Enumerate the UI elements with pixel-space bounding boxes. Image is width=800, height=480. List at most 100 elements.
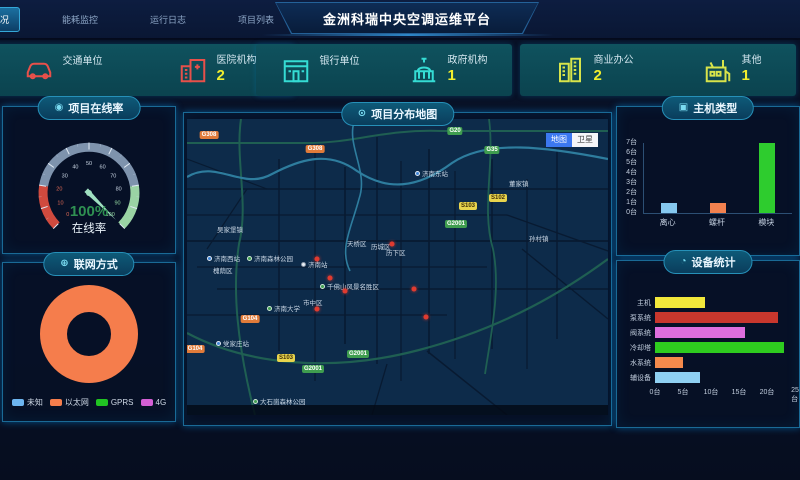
station-marker-icon: [415, 171, 420, 176]
device-category-label: 阀系统: [621, 328, 651, 338]
map-place-label: 天桥区: [347, 238, 367, 248]
legend-swatch: [50, 399, 62, 406]
park-marker-icon: [267, 306, 272, 311]
device-row: 冷却塔: [621, 340, 795, 355]
legend-label: 未知: [27, 397, 43, 408]
host-type-xaxis: 离心 螺杆 模块: [643, 217, 791, 228]
map-type-switcher: 地图 卫星: [546, 133, 598, 147]
legend-item-gprs[interactable]: GPRS: [96, 397, 134, 408]
panel-title: 联网方式: [74, 256, 118, 272]
tab-energy-monitor[interactable]: 能耗监控: [52, 8, 108, 31]
map-place-label: 吴家堡镇: [217, 224, 243, 234]
map-place-name: 济南森林公园: [254, 253, 293, 263]
legend-item-ethernet[interactable]: 以太网: [50, 397, 89, 408]
stat-count: 1: [742, 67, 762, 85]
y-tick-label: 4台: [626, 167, 637, 177]
stat-label: 医院机构: [217, 55, 257, 67]
panel-title: 主机类型: [693, 100, 737, 116]
map-place-label: 济南大学: [267, 303, 300, 313]
legend-item-4g[interactable]: 4G: [141, 397, 167, 408]
title-underline: [262, 34, 554, 36]
legend-swatch: [96, 399, 108, 406]
svg-text:80: 80: [116, 186, 122, 192]
map-place-label: 槐荫区: [213, 265, 233, 275]
network-donut-chart: [40, 285, 138, 383]
map-place-label: 千佛山风景名胜区: [320, 281, 379, 291]
map-place-name: 千佛山风景名胜区: [327, 281, 379, 291]
map-place-label: 董家镇: [509, 178, 529, 188]
legend-swatch: [12, 399, 24, 406]
map-place-name: 槐荫区: [213, 265, 233, 275]
map-place-name: 济南大学: [274, 303, 300, 313]
road-badge: G2001: [445, 220, 467, 228]
map-place-name: 市中区: [303, 297, 323, 307]
svg-text:60: 60: [100, 164, 106, 170]
y-tick-label: 2台: [626, 187, 637, 197]
road-badge: G104: [187, 345, 204, 353]
x-tick-label: 0台: [650, 387, 661, 397]
legend-swatch: [141, 399, 153, 406]
station-marker-icon: [216, 341, 221, 346]
road-badge: G2001: [302, 365, 324, 373]
tab-project-list[interactable]: 项目列表: [228, 8, 284, 31]
panel-title: 项目在线率: [68, 100, 123, 116]
y-tick-label: 5台: [626, 157, 637, 167]
project-marker[interactable]: [412, 287, 417, 292]
stat-label: 其他: [742, 55, 762, 67]
project-marker[interactable]: [343, 289, 348, 294]
device-row: 辅设备: [621, 370, 795, 385]
project-marker[interactable]: [424, 315, 429, 320]
gauge-zone-high: [122, 186, 135, 226]
stat-item-government: 政府机构1: [409, 55, 488, 85]
top-nav-bar: 概况 能耗监控 运行日志 项目列表 视频监控 金洲科瑞中央空调运维平台: [0, 0, 800, 40]
project-marker[interactable]: [390, 242, 395, 247]
stat-count: 2: [594, 67, 634, 85]
government-icon: [409, 55, 439, 85]
stat-item-hospital: 医院机构2: [178, 55, 257, 85]
stat-item-office: 商业办公2: [555, 55, 634, 85]
park-marker-icon: [320, 284, 325, 289]
map-button[interactable]: 地图: [546, 133, 572, 147]
y-tick-label: 1台: [626, 197, 637, 207]
stat-label: 商业办公: [594, 55, 634, 67]
panel-device-stats-header: ◔ 设备统计: [663, 250, 752, 274]
host-type-chart: [643, 143, 792, 214]
tab-run-log[interactable]: 运行日志: [140, 8, 196, 31]
panel-host-type-header: ▣ 主机类型: [662, 96, 754, 120]
road-badge: S102: [489, 194, 507, 202]
gauge-label: 在线率: [72, 221, 107, 235]
project-marker[interactable]: [315, 307, 320, 312]
panel-online-rate: ◉ 项目在线率 0102030405060708090100 100% 在线率: [2, 106, 176, 254]
x-tick-label: 5台: [678, 387, 689, 397]
y-tick-label: 3台: [626, 177, 637, 187]
park-marker-icon: [247, 256, 252, 261]
panel-network-header: ⊕ 联网方式: [43, 252, 134, 276]
stat-card-bank-government: 银行单位 政府机构1: [256, 44, 512, 96]
panel-project-map: ⊙ 项目分布地图: [183, 112, 612, 426]
project-marker[interactable]: [315, 257, 320, 262]
road-badge: S103: [277, 354, 295, 362]
legend-item-unknown[interactable]: 未知: [12, 397, 43, 408]
satellite-button[interactable]: 卫星: [572, 133, 598, 147]
map-place-label: 济南森林公园: [247, 253, 293, 263]
stat-item-transport: 交通单位: [24, 55, 103, 85]
device-bar: [655, 297, 705, 308]
project-marker[interactable]: [328, 276, 333, 281]
road-badge: G308: [306, 145, 325, 153]
map-attribution-bar: [187, 405, 608, 415]
office-icon: [555, 55, 585, 85]
panel-network-mode: ⊕ 联网方式 未知 以太网 GPRS 4G: [2, 262, 176, 422]
monitor-icon: ▣: [679, 103, 688, 113]
legend-label: 4G: [156, 398, 167, 407]
map-pin-icon: ⊙: [358, 109, 366, 119]
poi-marker-icon: [301, 262, 306, 267]
road-badge: G35: [484, 146, 499, 154]
gauge-zone-low: [43, 186, 56, 226]
map-canvas[interactable]: G308G308G20G35S102S103G2001G104G104S103G…: [187, 119, 608, 415]
stat-label: 银行单位: [320, 56, 360, 68]
panel-device-stats: ◔ 设备统计 主机 泵系统 阀系统 冷却塔 水系统 辅设备 0台5台10台15台…: [616, 260, 800, 428]
device-row: 主机: [621, 295, 795, 310]
tab-overview[interactable]: 概况: [0, 7, 20, 32]
legend-label: 以太网: [65, 397, 89, 408]
y-tick-label: 0台: [626, 207, 637, 217]
